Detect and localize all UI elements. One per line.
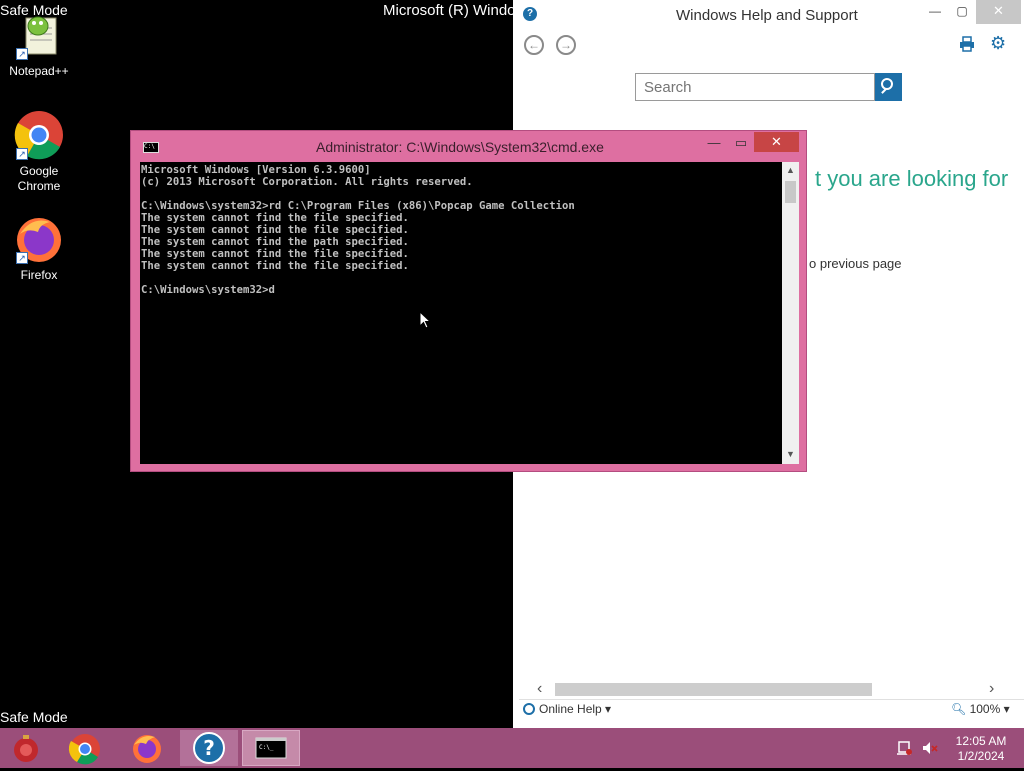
scroll-left-arrow-icon[interactable]: ‹ [537,680,542,698]
chrome-icon [68,734,100,765]
notepadpp-icon: ↗ [14,10,64,60]
cmd-close-button[interactable]: ✕ [754,132,799,152]
cmd-icon: C:\_ [255,737,287,759]
search-icon [881,78,893,90]
help-question-icon: ? [193,732,225,764]
firefox-icon [133,735,161,763]
taskbar-firefox[interactable] [118,730,176,766]
scrollbar-thumb[interactable] [785,181,796,203]
chrome-icon: ↗ [14,110,64,160]
volume-muted-icon[interactable] [923,742,938,754]
cmd-console-output[interactable]: Microsoft Windows [Version 6.3.9600] (c)… [140,162,782,464]
cmd-window: C:\ Administrator: C:\Windows\System32\c… [130,130,807,472]
help-heading-text: t you are looking for [815,166,1009,191]
taskbar-clock[interactable]: 12:05 AM 1/2/2024 [948,734,1014,764]
desktop: Safe Mode Microsoft (R) Windo Safe Mode … [0,0,1024,728]
help-close-button[interactable]: ✕ [976,0,1021,24]
help-statusbar: Online Help ▾ 🔍︎ 100% ▾ [519,699,1024,719]
desktop-icon-label: Notepad++ [9,64,69,78]
help-minimize-button[interactable]: — [922,0,948,24]
desktop-icon-firefox[interactable]: ↗ Firefox [0,214,78,283]
mouse-cursor-icon [419,311,431,329]
help-back-arrow-icon[interactable]: ← [524,35,544,55]
safe-mode-label-bottom-left: Safe Mode [0,709,68,725]
help-horizontal-scrollbar[interactable]: ‹ › [519,680,1009,698]
scroll-down-arrow-icon[interactable]: ▼ [782,446,799,463]
cmd-app-icon: C:\ [143,142,159,153]
chevron-down-icon: ▾ [1003,702,1010,716]
zoom-icon: 🔍︎ [951,702,967,716]
help-titlebar[interactable]: ? Windows Help and Support — ▢ ✕ [519,0,1024,28]
chevron-down-icon: ▾ [605,702,612,716]
desktop-icon-notepadpp[interactable]: ↗ Notepad++ [0,10,78,79]
firefox-icon: ↗ [14,214,64,264]
cmd-window-title: Administrator: C:\Windows\System32\cmd.e… [316,139,604,155]
help-search-button[interactable] [875,73,902,101]
taskbar: ? C:\_ 12:05 AM 1/2/2024 [0,728,1024,768]
scroll-up-arrow-icon[interactable]: ▲ [782,162,799,179]
scroll-right-arrow-icon[interactable]: › [989,680,994,698]
globe-icon [523,703,535,715]
shortcut-arrow-icon: ↗ [16,48,28,60]
console-line: The system cannot find the file specifie… [141,248,409,260]
taskbar-app-red-ornament[interactable] [0,730,58,766]
console-line: The system cannot find the file specifie… [141,260,409,272]
console-input-line[interactable]: C:\Windows\system32>d [141,284,781,296]
svg-text:C:\_: C:\_ [259,744,274,751]
help-search-input[interactable] [635,73,875,101]
shortcut-arrow-icon: ↗ [16,148,28,160]
red-ornament-icon [14,735,38,762]
shortcut-arrow-icon: ↗ [16,252,28,264]
taskbar-chrome[interactable] [56,730,114,766]
taskbar-cmd[interactable]: C:\_ [242,730,300,766]
cmd-titlebar[interactable]: C:\ Administrator: C:\Windows\System32\c… [131,131,806,162]
clock-time: 12:05 AM [955,734,1007,748]
clock-date: 1/2/2024 [957,749,1005,763]
console-line: The system cannot find the file specifie… [141,212,409,224]
taskbar-help-and-support[interactable]: ? [180,730,238,766]
console-line: (c) 2013 Microsoft Corporation. All righ… [141,176,473,188]
help-maximize-button[interactable]: ▢ [949,0,975,24]
console-line: The system cannot find the path specifie… [141,236,409,248]
console-line: Microsoft Windows [Version 6.3.9600] [141,164,371,176]
console-line: The system cannot find the file specifie… [141,224,409,236]
help-question-icon: ? [523,7,537,21]
console-line: C:\Windows\system32>rd C:\Program Files … [141,200,575,212]
zoom-level: 100% [969,702,1001,716]
settings-gear-icon[interactable]: ⚙ [990,34,1008,52]
desktop-icon-chrome[interactable]: ↗ Google Chrome [0,110,78,194]
zoom-dropdown[interactable]: 🔍︎ 100% ▾ [951,702,1010,716]
cmd-maximize-button[interactable]: ▭ [731,134,751,154]
help-previous-page-link[interactable]: o previous page [809,256,902,271]
desktop-icon-label: Google Chrome [17,164,61,193]
safe-mode-version-label: Microsoft (R) Windo [383,2,516,19]
help-forward-arrow-icon[interactable]: → [556,35,576,55]
system-tray [893,738,943,758]
network-icon[interactable] [897,741,912,755]
svg-text:?: ? [203,736,215,760]
online-help-dropdown[interactable]: Online Help ▾ [523,702,611,716]
desktop-icon-label: Firefox [20,268,58,282]
scrollbar-thumb[interactable] [555,683,872,696]
cmd-vertical-scrollbar[interactable]: ▲ ▼ [782,162,799,464]
online-help-label: Online Help [539,702,602,716]
print-icon[interactable] [959,36,975,52]
cmd-minimize-button[interactable]: — [704,134,724,154]
help-window-title: Windows Help and Support [676,7,858,24]
